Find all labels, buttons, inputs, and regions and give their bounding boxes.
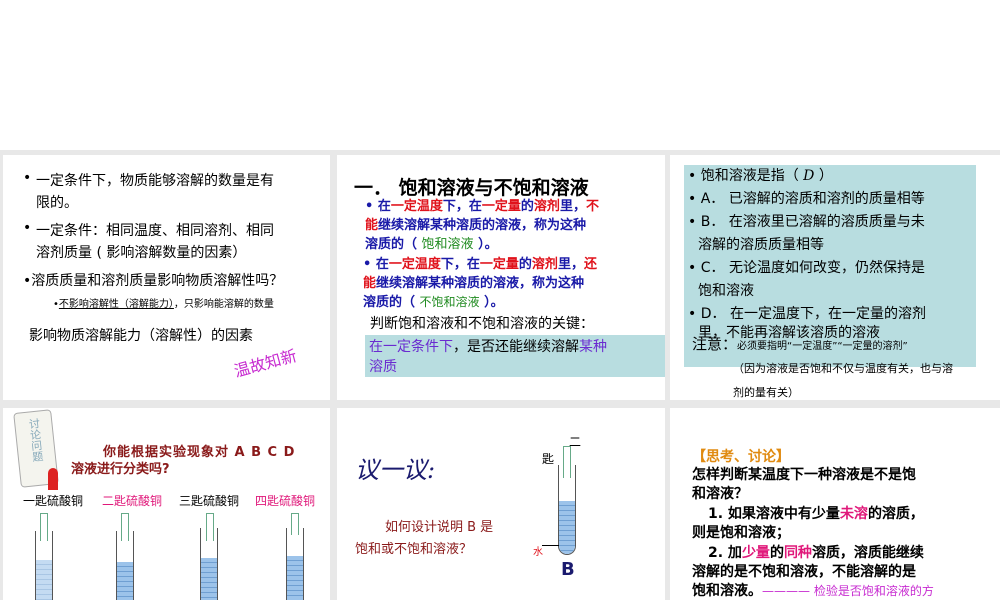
test-tube <box>286 528 304 600</box>
question: 饱和或不饱和溶液？ <box>355 542 473 557</box>
text: 2. 加少量的同种溶质，溶质能继续 <box>708 545 924 561</box>
text: ，只影响能溶解的数量 <box>173 299 274 310</box>
pointer-line <box>542 545 559 546</box>
note-text: （因为溶液是否饱和不仅与温度有关，也与溶 <box>733 362 953 375</box>
arrow-down-icon <box>563 446 571 478</box>
key-box: 在一定条件下，是否还能继续溶解某种 溶质 <box>365 335 665 377</box>
text: 和溶液？ <box>692 486 748 502</box>
tube-label: B <box>561 559 575 580</box>
text: 一定条件：相同温度、相同溶剂、相同 <box>36 223 274 239</box>
tube-label: 三匙硫酸铜 <box>179 494 240 508</box>
slide-3[interactable]: • 饱和溶液是指（ D ） • A． 已溶解的溶质和溶剂的质量相等 • B． 在… <box>670 155 1000 400</box>
option-c: C． 无论温度如何改变，仍然保持是 <box>700 260 925 276</box>
tube-label: 一匙硫酸铜 <box>23 494 84 508</box>
question: 溶液进行分类吗? <box>71 462 170 477</box>
label: 匙 <box>542 452 555 466</box>
definition-saturated: • 在一定温度下，在一定量的溶剂里，不 能继续溶解某种溶质的溶液，称为这种 溶质的（… <box>365 199 599 252</box>
bullet: • <box>23 220 32 236</box>
text: 溶质质量和溶剂质量影响物质溶解性吗？ <box>31 273 284 289</box>
arrow-down-icon <box>121 513 129 541</box>
slide-2[interactable]: 一． 饱和溶液与不饱和溶液 • 在一定温度下，在一定量的溶剂里，不 能继续溶解某种… <box>337 155 665 400</box>
tube-label: 四匙硫酸铜 <box>255 494 316 508</box>
test-tube <box>35 531 53 600</box>
slide-1[interactable]: • 一定条件下，物质能够溶解的数量是有 限的。 • 一定条件：相同温度、相同溶剂… <box>3 155 330 400</box>
heading: 【思考、讨论】 <box>692 449 790 465</box>
text: 饱和溶液。———— 检验是否饱和溶液的方 <box>692 583 934 599</box>
text: 怎样判断某温度下一种溶液是不是饱 <box>692 467 916 483</box>
text: 则是饱和溶液； <box>692 525 790 541</box>
sub-text: •不影响溶解性（溶解能力），只影响能溶解的数量 <box>53 299 274 310</box>
slide-5[interactable]: 议一议: 如何设计说明 B 是 饱和或不饱和溶液？ 二 匙 水 B <box>337 408 665 600</box>
text: 限的。 <box>36 195 78 211</box>
option-a: A． 已溶解的溶质和溶剂的质量相等 <box>700 191 925 207</box>
text: 1. 如果溶液中有少量未溶的溶质， <box>708 506 924 522</box>
question: 如何设计说明 B 是 <box>385 520 494 535</box>
test-tube <box>116 531 134 600</box>
note: 注意：必须要指明“一定温度”“一定量的溶剂” <box>692 335 908 353</box>
ribbon-icon <box>48 468 58 490</box>
slide-6[interactable]: 【思考、讨论】 怎样判断某温度下一种溶液是不是饱 和溶液？ 1. 如果溶液中有少… <box>670 408 1000 600</box>
heading: 议一议: <box>355 456 436 484</box>
text: 影响物质溶解能力（溶解性）的因素 <box>29 328 253 344</box>
note-text: 剂的量有关） <box>733 386 799 399</box>
stamp-text: 温故知新 <box>232 345 299 381</box>
option-d: D． 在一定温度下，在一定量的溶剂 <box>700 306 926 322</box>
slide-title: 一． 饱和溶液与不饱和溶液 <box>354 177 589 199</box>
text: 一定条件下，物质能够溶解的数量是有 <box>36 173 274 189</box>
text: 溶解的是不饱和溶液，不能溶解的是 <box>692 564 916 580</box>
answer: D <box>803 168 815 184</box>
arrow-down-icon <box>206 513 214 541</box>
water-label: 水 <box>533 547 543 558</box>
option-b: B． 在溶液里已溶解的溶质质量与未 <box>700 214 925 230</box>
definition-unsaturated: • 在一定温度下，在一定量的溶剂里，还 能继续溶解某种溶质的溶液，称为这种 溶质的（… <box>363 257 597 310</box>
underlined-text: 不影响溶解性（溶解能力） <box>58 299 174 310</box>
text: 溶剂质量 ( 影响溶解数量的因素） <box>36 245 247 261</box>
arrow-down-icon <box>291 513 299 535</box>
test-tube-b <box>558 465 576 555</box>
tube-label: 二匙硫酸铜 <box>102 494 163 508</box>
text: •溶质质量和溶剂质量影响物质溶解性吗？ <box>23 273 284 289</box>
bullet: • <box>23 170 32 186</box>
question: • 饱和溶液是指（ D ） • A． 已溶解的溶质和溶剂的质量相等 • B． 在… <box>688 168 926 341</box>
key-label: 判断饱和溶液和不饱和溶液的关键： <box>370 316 594 332</box>
arrow-down-icon <box>40 513 48 541</box>
slide-4[interactable]: 讨论问题 你能根据实验现象对 A B C D 溶液进行分类吗? 一匙硫酸铜 二匙… <box>3 408 330 600</box>
